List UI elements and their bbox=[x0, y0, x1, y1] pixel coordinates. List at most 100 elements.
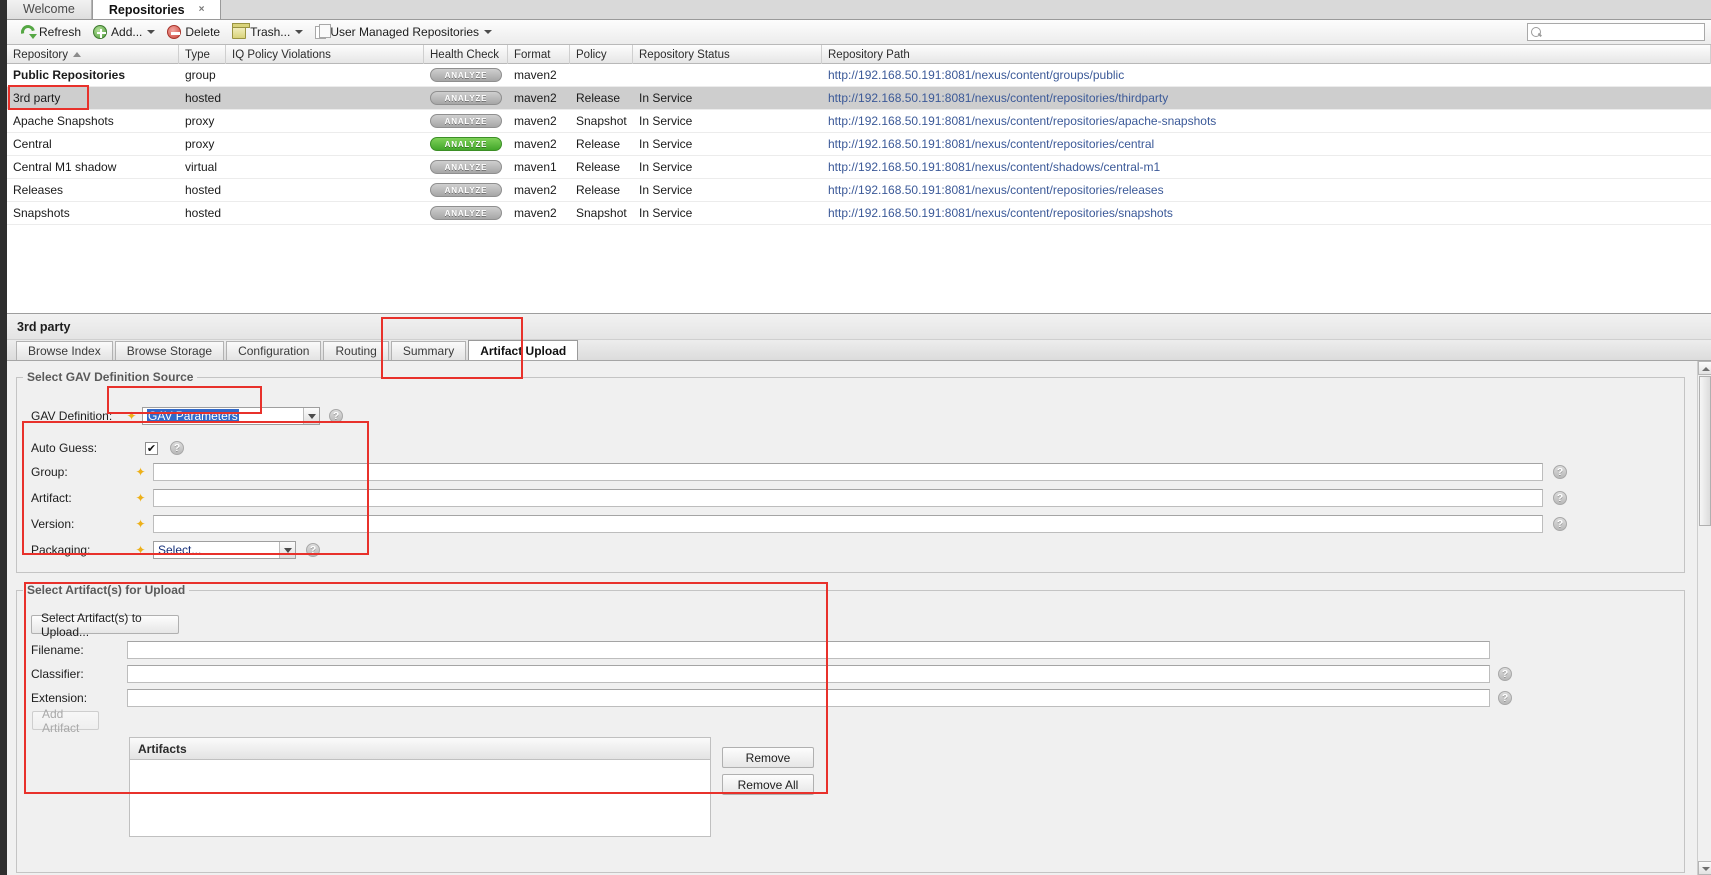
user-managed-repositories-filter[interactable]: User Managed Repositories bbox=[309, 23, 498, 42]
auto-guess-checkbox[interactable]: ✔ bbox=[145, 441, 158, 455]
analyze-button[interactable]: ANALYZE bbox=[430, 114, 502, 128]
analyze-button[interactable]: ANALYZE bbox=[430, 183, 502, 197]
tab-browse-index[interactable]: Browse Index bbox=[16, 341, 113, 360]
close-icon[interactable]: × bbox=[199, 4, 205, 15]
column-header-type[interactable]: Type bbox=[179, 45, 226, 64]
cell-type: group bbox=[185, 68, 216, 82]
column-header-policy[interactable]: Policy bbox=[570, 45, 633, 64]
analyze-button[interactable]: ANALYZE bbox=[430, 91, 502, 105]
cell-repository: Releases bbox=[13, 183, 64, 197]
select-artifacts-to-upload-button[interactable]: Select Artifact(s) to Upload... bbox=[31, 611, 179, 639]
help-icon[interactable]: ? bbox=[1498, 691, 1512, 705]
column-header-iq-policy-violations[interactable]: IQ Policy Violations bbox=[226, 45, 424, 64]
artifact-upload-form: Select GAV Definition Source GAV Definit… bbox=[7, 361, 1704, 875]
repository-path-link[interactable]: http://192.168.50.191:8081/nexus/content… bbox=[828, 137, 1154, 151]
gav-definition-label: GAV Definition: bbox=[31, 409, 113, 423]
delete-button[interactable]: Delete bbox=[161, 23, 226, 42]
search-input[interactable] bbox=[1542, 25, 1704, 39]
scrollbar-thumb[interactable] bbox=[1699, 376, 1711, 526]
column-header-repository[interactable]: Repository bbox=[7, 45, 179, 64]
help-icon[interactable]: ? bbox=[329, 409, 343, 423]
cell-repository-path: http://192.168.50.191:8081/nexus/content… bbox=[822, 156, 1711, 179]
cell-repository-status: In Service bbox=[639, 206, 693, 220]
add-artifact-button[interactable]: Add Artifact bbox=[32, 707, 99, 735]
table-row[interactable]: 3rd party hosted ANALYZE maven2 Release In Se… bbox=[7, 87, 1711, 110]
filename-input[interactable] bbox=[127, 641, 1490, 659]
repository-path-link[interactable]: http://192.168.50.191:8081/nexus/content… bbox=[828, 160, 1160, 174]
tab-browse-storage[interactable]: Browse Storage bbox=[114, 341, 225, 360]
tab-label: Summary bbox=[402, 344, 455, 358]
cell-repository-status: In Service bbox=[639, 91, 693, 105]
extension-label: Extension: bbox=[31, 691, 88, 705]
artifact-input[interactable] bbox=[153, 489, 1543, 507]
gav-definition-select[interactable]: GAV Parameters bbox=[142, 407, 320, 425]
repositories-grid: Repository Type IQ Policy Violations Hea… bbox=[7, 45, 1711, 313]
cell-format: maven2 bbox=[514, 91, 557, 105]
column-header-health-check[interactable]: Health Check bbox=[424, 45, 508, 64]
cell-policy: Release bbox=[576, 137, 621, 151]
repository-path-link[interactable]: http://192.168.50.191:8081/nexus/content… bbox=[828, 91, 1168, 105]
add-button[interactable]: Add... bbox=[87, 23, 161, 42]
table-row[interactable]: Apache Snapshots proxy ANALYZE maven2 Snapsh… bbox=[7, 110, 1711, 133]
tab-summary[interactable]: Summary bbox=[390, 341, 467, 360]
help-icon[interactable]: ? bbox=[170, 441, 184, 455]
help-icon[interactable]: ? bbox=[1498, 667, 1512, 681]
search-box[interactable] bbox=[1527, 23, 1705, 41]
version-input[interactable] bbox=[153, 515, 1543, 533]
tab-artifact-upload[interactable]: Artifact Upload bbox=[468, 340, 579, 360]
remove-button[interactable]: Remove bbox=[722, 747, 814, 768]
column-header-repository-path[interactable]: Repository Path bbox=[822, 45, 1711, 64]
table-row[interactable]: Public Repositories group ANALYZE maven2 htt… bbox=[7, 64, 1711, 87]
remove-label: Remove bbox=[745, 750, 791, 765]
repository-path-link[interactable]: http://192.168.50.191:8081/nexus/content… bbox=[828, 183, 1164, 197]
packaging-select[interactable]: Select... bbox=[153, 541, 296, 559]
cell-format: maven2 bbox=[514, 114, 557, 128]
analyze-button[interactable]: ANALYZE bbox=[430, 160, 502, 174]
tab-welcome[interactable]: Welcome bbox=[7, 0, 92, 19]
table-row[interactable]: Snapshots hosted ANALYZE maven2 Snapshot In S… bbox=[7, 202, 1711, 225]
delete-icon bbox=[167, 25, 182, 39]
scroll-up-button[interactable] bbox=[1698, 361, 1711, 375]
required-star-icon: ✦ bbox=[135, 464, 146, 479]
cell-type: hosted bbox=[185, 183, 222, 197]
remove-all-button[interactable]: Remove All bbox=[722, 774, 814, 795]
tab-repositories[interactable]: Repositories × bbox=[91, 0, 222, 19]
help-icon[interactable]: ? bbox=[306, 543, 320, 557]
main-tab-strip: Welcome Repositories × bbox=[7, 0, 1711, 20]
trash-button[interactable]: Trash... bbox=[226, 23, 309, 42]
scroll-down-button[interactable] bbox=[1698, 861, 1711, 875]
chevron-down-icon[interactable] bbox=[303, 408, 319, 424]
analyze-button[interactable]: ANALYZE bbox=[430, 68, 502, 82]
help-icon[interactable]: ? bbox=[1553, 517, 1567, 531]
column-header-format[interactable]: Format bbox=[508, 45, 570, 64]
user-managed-repositories-label: User Managed Repositories bbox=[330, 25, 480, 39]
repository-path-link[interactable]: http://192.168.50.191:8081/nexus/content… bbox=[828, 68, 1124, 82]
version-row: Version: ✦ ? bbox=[31, 514, 1676, 534]
extension-row: Extension: ? bbox=[31, 688, 1676, 708]
help-icon[interactable]: ? bbox=[1553, 465, 1567, 479]
column-header-repository-status[interactable]: Repository Status bbox=[633, 45, 822, 64]
cell-repository: Central bbox=[13, 137, 52, 151]
cell-health-check: ANALYZE bbox=[424, 87, 508, 110]
repository-path-link[interactable]: http://192.168.50.191:8081/nexus/content… bbox=[828, 206, 1173, 220]
classifier-input[interactable] bbox=[127, 665, 1490, 683]
grid-body: Public Repositories group ANALYZE maven2 htt… bbox=[7, 64, 1711, 225]
table-row[interactable]: Central M1 shadow virtual ANALYZE maven1 Rel… bbox=[7, 156, 1711, 179]
refresh-button[interactable]: Refresh bbox=[15, 23, 87, 42]
tab-repositories-label: Repositories bbox=[108, 2, 185, 17]
repository-path-link[interactable]: http://192.168.50.191:8081/nexus/content… bbox=[828, 114, 1216, 128]
analyze-button[interactable]: ANALYZE bbox=[430, 137, 502, 151]
table-row[interactable]: Central proxy ANALYZE maven2 Release In Servi… bbox=[7, 133, 1711, 156]
cell-repository-path: http://192.168.50.191:8081/nexus/content… bbox=[822, 110, 1711, 133]
group-row: Group: ✦ ? bbox=[31, 462, 1676, 482]
tab-configuration[interactable]: Configuration bbox=[226, 341, 322, 360]
form-scrollbar[interactable] bbox=[1697, 361, 1711, 875]
cell-type: proxy bbox=[185, 114, 215, 128]
group-input[interactable] bbox=[153, 463, 1543, 481]
table-row[interactable]: Releases hosted ANALYZE maven2 Release In Ser… bbox=[7, 179, 1711, 202]
help-icon[interactable]: ? bbox=[1553, 491, 1567, 505]
tab-routing[interactable]: Routing bbox=[323, 341, 389, 360]
extension-input[interactable] bbox=[127, 689, 1490, 707]
analyze-button[interactable]: ANALYZE bbox=[430, 206, 502, 220]
chevron-down-icon[interactable] bbox=[279, 542, 295, 558]
